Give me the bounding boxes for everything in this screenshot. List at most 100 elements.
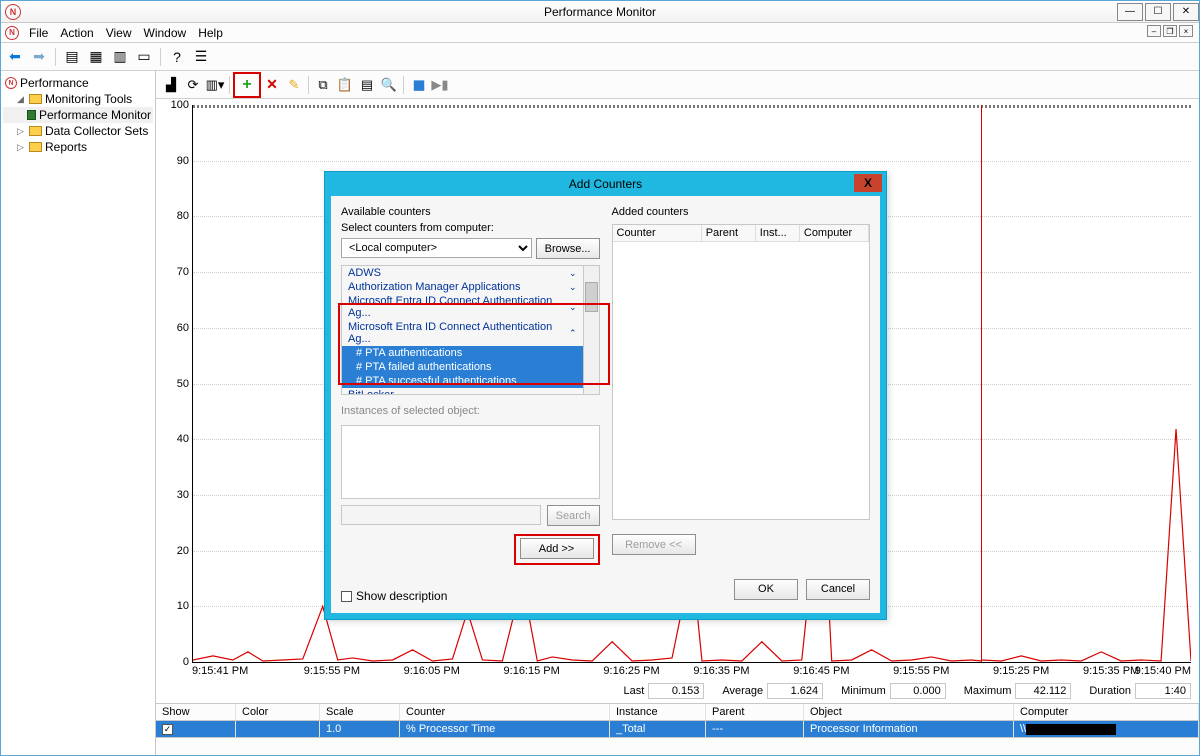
menu-window[interactable]: Window: [138, 26, 193, 40]
dialog-titlebar[interactable]: Add Counters X: [325, 172, 886, 196]
highlight-icon[interactable]: ✎: [284, 75, 304, 95]
tree-monitoring-label: Monitoring Tools: [45, 92, 132, 106]
forward-icon[interactable]: ➡: [29, 47, 49, 67]
th-color[interactable]: Color: [236, 704, 320, 720]
refresh-icon[interactable]: ?: [167, 47, 187, 67]
copy-icon[interactable]: ⧉: [313, 75, 333, 95]
counter-bitlocker[interactable]: BitLocker⌄: [342, 388, 583, 394]
counter-authmgr[interactable]: Authorization Manager Applications⌄: [342, 280, 583, 294]
app-icon-small: N: [5, 26, 19, 40]
th-object[interactable]: Object: [804, 704, 1014, 720]
back-icon[interactable]: ⬅: [5, 47, 25, 67]
search-button[interactable]: Search: [547, 505, 600, 526]
counter-pta-success[interactable]: # PTA successful authentications: [342, 374, 583, 388]
tree-reports-label: Reports: [45, 140, 87, 154]
close-button[interactable]: ✕: [1173, 3, 1199, 21]
dialog-close-button[interactable]: X: [854, 174, 882, 192]
chevron-down-icon: ⌄: [569, 282, 577, 293]
cell-parent: ---: [706, 721, 804, 737]
counter-table: Show Color Scale Counter Instance Parent…: [156, 703, 1199, 737]
menubar: N File Action View Window Help: [1, 23, 1199, 43]
ok-button[interactable]: OK: [734, 579, 798, 600]
expand-icon[interactable]: ▷: [15, 142, 26, 153]
tree-reports[interactable]: ▷ Reports: [3, 139, 153, 155]
properties-chart-icon[interactable]: ▤: [357, 75, 377, 95]
chart-stats: Last0.153 Average1.624 Minimum0.000 Maxi…: [156, 679, 1199, 703]
highlight-box-add: Add >>: [514, 534, 600, 565]
table-row[interactable]: ✓ 1.0 % Processor Time _Total --- Proces…: [156, 721, 1199, 737]
menu-file[interactable]: File: [23, 26, 54, 40]
counter-entra1[interactable]: Microsoft Entra ID Connect Authenticatio…: [342, 294, 583, 320]
view-log-icon[interactable]: ⟳: [183, 75, 203, 95]
app-window: N Performance Monitor — ☐ ✕ N File Actio…: [0, 0, 1200, 756]
added-th-computer[interactable]: Computer: [800, 225, 869, 241]
mdi-minimize[interactable]: –: [1147, 25, 1161, 37]
graph-type-icon[interactable]: ▥▾: [205, 75, 225, 95]
redacted-computer: [1026, 724, 1116, 735]
available-counters-label: Available counters: [341, 206, 600, 218]
expand-icon[interactable]: ▷: [15, 126, 26, 137]
added-th-counter[interactable]: Counter: [613, 225, 702, 241]
add-counter-button[interactable]: +: [237, 75, 257, 95]
browse-button[interactable]: Browse...: [536, 238, 600, 259]
maximize-button[interactable]: ☐: [1145, 3, 1171, 21]
counter-entra2[interactable]: Microsoft Entra ID Connect Authenticatio…: [342, 320, 583, 346]
th-parent[interactable]: Parent: [706, 704, 804, 720]
counter-pta-failed[interactable]: # PTA failed authentications: [342, 360, 583, 374]
scrollbar[interactable]: [584, 266, 599, 394]
cell-scale: 1.0: [320, 721, 400, 737]
instance-filter[interactable]: [341, 505, 541, 525]
show-checkbox[interactable]: ✓: [162, 724, 173, 735]
show-description-label: Show description: [356, 589, 447, 603]
freeze-icon[interactable]: ▮▮: [408, 75, 428, 95]
add-button[interactable]: Add >>: [520, 538, 594, 559]
menu-help[interactable]: Help: [192, 26, 229, 40]
th-show[interactable]: Show: [156, 704, 236, 720]
computer-select[interactable]: <Local computer>: [341, 238, 532, 258]
zoom-icon[interactable]: 🔍: [379, 75, 399, 95]
update-icon[interactable]: ▶▮: [430, 75, 450, 95]
menu-action[interactable]: Action: [54, 26, 99, 40]
th-scale[interactable]: Scale: [320, 704, 400, 720]
remove-button[interactable]: Remove <<: [612, 534, 696, 555]
view-current-icon[interactable]: ▟: [161, 75, 181, 95]
folder-icon: [29, 142, 42, 152]
show-hide-tree-icon[interactable]: ▤: [62, 47, 82, 67]
added-th-parent[interactable]: Parent: [702, 225, 756, 241]
added-counters-label: Added counters: [612, 206, 871, 218]
collapse-icon[interactable]: ◢: [15, 94, 26, 105]
chevron-down-icon: ⌄: [569, 302, 577, 313]
mdi-close[interactable]: ×: [1179, 25, 1193, 37]
th-computer[interactable]: Computer: [1014, 704, 1199, 720]
cancel-button[interactable]: Cancel: [806, 579, 870, 600]
th-instance[interactable]: Instance: [610, 704, 706, 720]
view-icon[interactable]: ☰: [191, 47, 211, 67]
instances-list[interactable]: [341, 425, 600, 499]
stat-last: 0.153: [648, 683, 704, 699]
mdi-restore[interactable]: ❐: [1163, 25, 1177, 37]
menu-view[interactable]: View: [100, 26, 138, 40]
paste-icon[interactable]: 📋: [335, 75, 355, 95]
chart-toolbar: ▟ ⟳ ▥▾ + ✕ ✎ ⧉ 📋 ▤ 🔍 ▮▮ ▶▮: [156, 71, 1199, 99]
tree-monitoring-tools[interactable]: ◢ Monitoring Tools: [3, 91, 153, 107]
minimize-button[interactable]: —: [1117, 3, 1143, 21]
delete-counter-button[interactable]: ✕: [262, 75, 282, 95]
print-icon[interactable]: ▭: [134, 47, 154, 67]
tree-data-collector-sets[interactable]: ▷ Data Collector Sets: [3, 123, 153, 139]
show-description-checkbox[interactable]: [341, 591, 352, 602]
stat-maximum: 42.112: [1015, 683, 1071, 699]
counter-pta-auth[interactable]: # PTA authentications: [342, 346, 583, 360]
stat-average: 1.624: [767, 683, 823, 699]
stat-minimum: 0.000: [890, 683, 946, 699]
tree-perfmon-label: Performance Monitor: [39, 108, 151, 122]
tree-root[interactable]: NPerformance: [3, 75, 153, 91]
export-icon[interactable]: ▥: [110, 47, 130, 67]
th-counter[interactable]: Counter: [400, 704, 610, 720]
added-th-inst[interactable]: Inst...: [756, 225, 800, 241]
counter-list[interactable]: ADWS⌄ Authorization Manager Applications…: [341, 265, 600, 395]
cell-counter: % Processor Time: [400, 721, 610, 737]
counter-adws[interactable]: ADWS⌄: [342, 266, 583, 280]
tree-performance-monitor[interactable]: Performance Monitor: [3, 107, 153, 123]
properties-icon[interactable]: ▦: [86, 47, 106, 67]
main-toolbar: ⬅ ➡ ▤ ▦ ▥ ▭ ? ☰: [1, 43, 1199, 71]
